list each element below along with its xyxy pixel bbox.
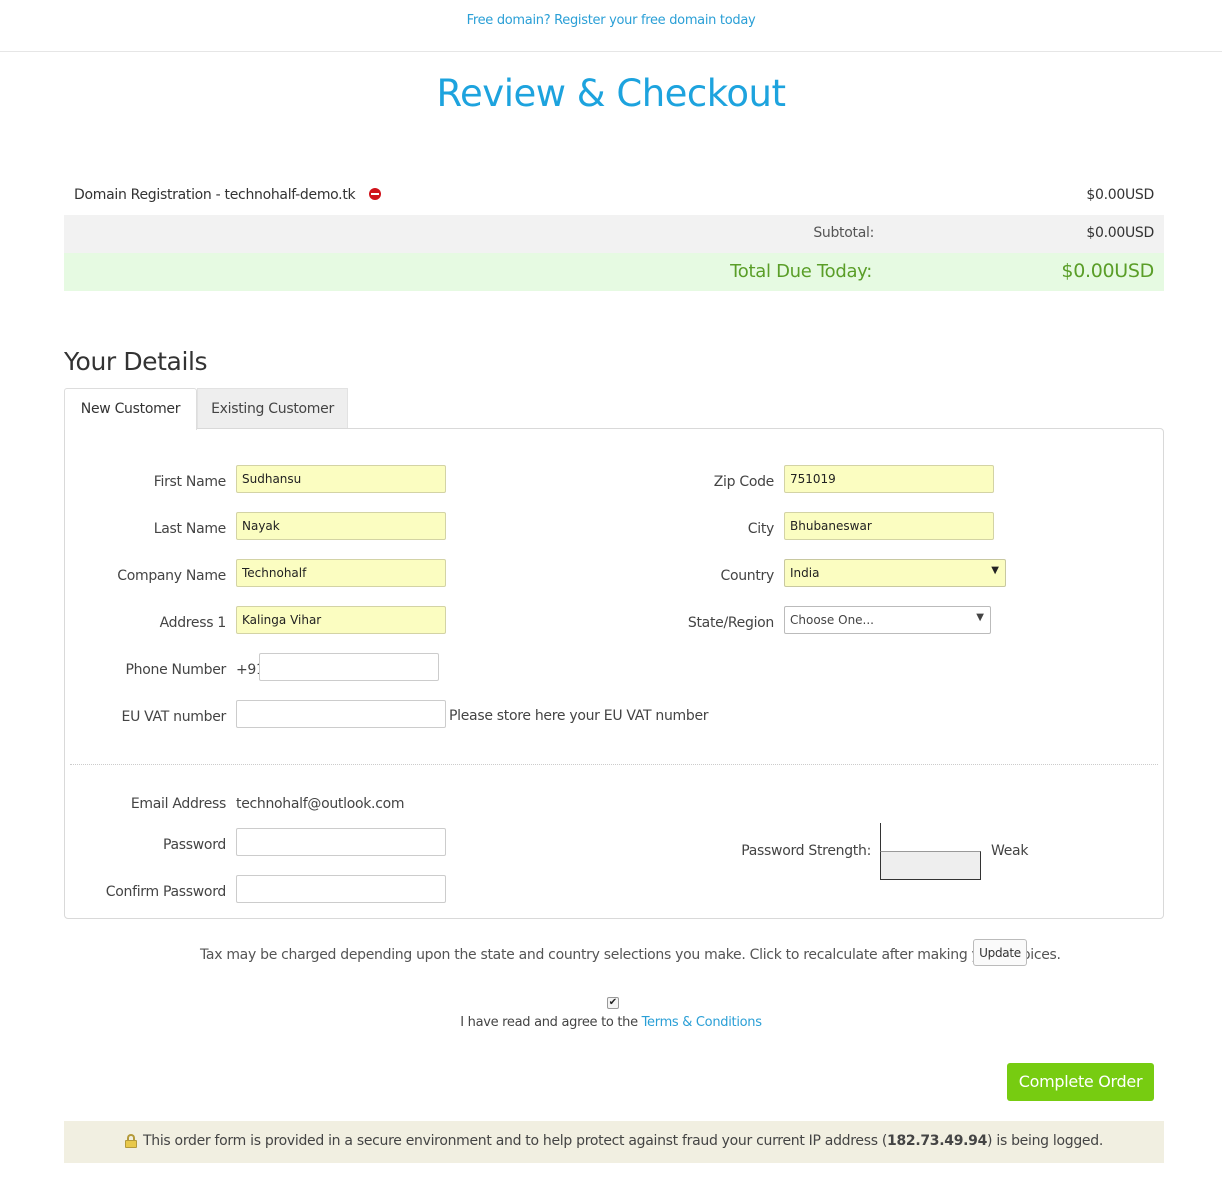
zip-code-input[interactable]	[784, 465, 994, 493]
terms-conditions-link[interactable]: Terms & Conditions	[642, 1015, 762, 1030]
dropdown-arrow-icon: ▼	[976, 612, 984, 623]
email-address-label: Email Address	[130, 796, 226, 812]
subtotal-value: $0.00USD	[1086, 225, 1154, 241]
state-region-select[interactable]: Choose One... ▼	[784, 606, 991, 634]
subtotal-row: Subtotal: $0.00USD	[64, 215, 1164, 253]
remove-circle-icon[interactable]	[369, 188, 382, 200]
complete-order-button[interactable]: Complete Order	[1007, 1063, 1154, 1101]
country-select[interactable]: India ▼	[784, 559, 1006, 587]
first-name-label: First Name	[153, 474, 227, 490]
cart-item-row: Domain Registration - technohalf-demo.tk…	[64, 177, 1164, 215]
country-label: Country	[720, 568, 774, 584]
cart-item-price: $0.00USD	[1086, 187, 1154, 203]
dropdown-arrow-icon: ▼	[991, 565, 999, 576]
ip-address: 182.73.49.94	[887, 1133, 988, 1149]
update-button[interactable]: Update	[973, 939, 1027, 966]
total-value: $0.00USD	[1061, 260, 1154, 282]
eu-vat-label: EU VAT number	[121, 709, 227, 725]
zip-code-label: Zip Code	[713, 474, 775, 490]
phone-number-label: Phone Number	[125, 662, 227, 678]
terms-checkbox[interactable]: ✔	[607, 997, 619, 1009]
eu-vat-help: Please store here your EU VAT number	[449, 708, 709, 724]
subtotal-label: Subtotal:	[813, 225, 874, 241]
city-input[interactable]	[784, 512, 994, 540]
state-region-label: State/Region	[687, 615, 774, 631]
password-label: Password	[163, 837, 226, 853]
first-name-input[interactable]	[236, 465, 446, 493]
last-name-input[interactable]	[236, 512, 446, 540]
address1-input[interactable]	[236, 606, 446, 634]
password-strength-meter	[880, 823, 981, 880]
page-title: Review & Checkout	[436, 72, 786, 115]
cart-summary: Domain Registration - technohalf-demo.tk…	[64, 177, 1164, 291]
secure-text-before: This order form is provided in a secure …	[143, 1133, 888, 1149]
email-address-value: technohalf@outlook.com	[236, 796, 405, 812]
last-name-label: Last Name	[153, 521, 227, 537]
cart-item-label: Domain Registration - technohalf-demo.tk	[74, 187, 356, 203]
secure-notice: This order form is provided in a secure …	[64, 1121, 1164, 1163]
lock-icon	[125, 1134, 137, 1148]
confirm-password-label: Confirm Password	[105, 884, 227, 900]
company-name-label: Company Name	[117, 568, 226, 584]
eu-vat-input[interactable]	[236, 700, 446, 728]
tax-note-text: Tax may be charged depending upon the st…	[200, 947, 1061, 963]
company-name-input[interactable]	[236, 559, 446, 587]
terms-label: I have read and agree to the	[460, 1015, 642, 1030]
form-divider	[70, 764, 1158, 765]
your-details-title: Your Details	[64, 347, 208, 376]
city-label: City	[747, 521, 775, 537]
address1-label: Address 1	[159, 615, 227, 631]
country-select-value: India	[790, 566, 820, 580]
tab-existing-customer[interactable]: Existing Customer	[197, 388, 348, 429]
secure-text-after: ) is being logged.	[987, 1133, 1103, 1149]
free-domain-link[interactable]: Free domain? Register your free domain t…	[467, 13, 756, 28]
password-strength-label: Password Strength:	[741, 843, 871, 859]
confirm-password-input[interactable]	[236, 875, 446, 903]
password-strength-value: Weak	[991, 843, 1029, 859]
total-label: Total Due Today:	[730, 261, 872, 282]
password-input[interactable]	[236, 828, 446, 856]
state-select-value: Choose One...	[790, 613, 874, 627]
tab-new-customer[interactable]: New Customer	[64, 388, 197, 430]
total-row: Total Due Today: $0.00USD	[64, 253, 1164, 291]
phone-number-input[interactable]	[259, 653, 439, 681]
top-bar: Free domain? Register your free domain t…	[0, 0, 1222, 52]
terms-text: I have read and agree to the Terms & Con…	[0, 1015, 1222, 1030]
